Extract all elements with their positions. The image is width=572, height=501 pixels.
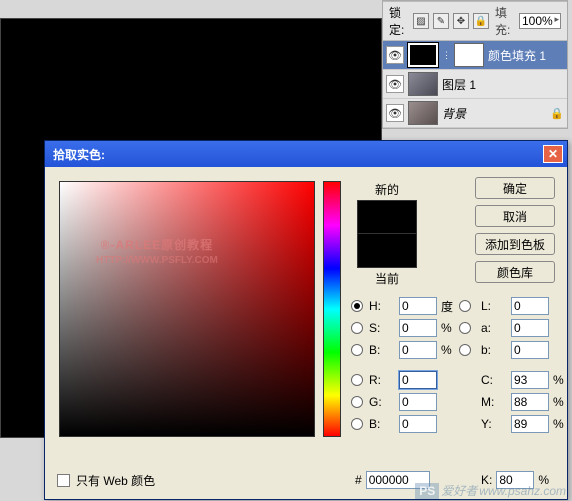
radio-l[interactable] <box>459 300 471 312</box>
close-button[interactable]: ✕ <box>543 145 563 163</box>
ok-button[interactable]: 确定 <box>475 177 555 199</box>
label-g: G: <box>369 395 397 409</box>
visibility-toggle[interactable]: 👁 <box>386 104 404 122</box>
label-b: b: <box>481 343 509 357</box>
input-y[interactable] <box>511 415 549 433</box>
layers-lock-row: 锁定: ▨ ✎ ✥ 🔒 填充: 100% <box>383 1 567 41</box>
site-watermark: PS 爱好者 www.psahz.com <box>415 482 566 499</box>
label-y: Y: <box>481 417 509 431</box>
watermark: ®-ARLEE原创教程 HTTP://WWW.PSFLY.COM <box>96 238 218 267</box>
radio-bc[interactable] <box>351 418 363 430</box>
hex-label: # <box>355 473 362 487</box>
color-values-grid: H: 度 L: S:% a: B:% b: R: C:% G: M:% B: Y:… <box>351 297 569 433</box>
input-r[interactable] <box>399 371 437 389</box>
site-watermark-url: www.psahz.com <box>479 484 566 498</box>
radio-b[interactable] <box>459 344 471 356</box>
site-watermark-text: 爱好者 <box>441 482 477 499</box>
dialog-body: ®-ARLEE原创教程 HTTP://WWW.PSFLY.COM 新的 当前 确… <box>45 167 567 499</box>
radio-s[interactable] <box>351 322 363 334</box>
fill-value-input[interactable]: 100% <box>519 13 561 29</box>
unit-m: % <box>553 395 569 409</box>
label-c: C: <box>481 373 509 387</box>
unit-c: % <box>553 373 569 387</box>
radio-bv[interactable] <box>351 344 363 356</box>
label-bc: B: <box>369 417 397 431</box>
visibility-toggle[interactable]: 👁 <box>386 75 404 93</box>
label-l: L: <box>481 299 509 313</box>
web-only-row: 只有 Web 颜色 <box>57 472 155 489</box>
dialog-buttons: 确定 取消 添加到色板 颜色库 <box>475 177 555 283</box>
lock-move-icon[interactable]: ✥ <box>453 13 469 29</box>
input-a[interactable] <box>511 319 549 337</box>
add-swatch-button[interactable]: 添加到色板 <box>475 233 555 255</box>
label-a: a: <box>481 321 509 335</box>
color-picker-dialog: 拾取实色: ✕ ®-ARLEE原创教程 HTTP://WWW.PSFLY.COM… <box>44 140 568 500</box>
dialog-titlebar[interactable]: 拾取实色: ✕ <box>45 141 567 167</box>
layer-row-color-fill[interactable]: 👁 ⋮ 颜色填充 1 <box>383 41 567 70</box>
radio-h[interactable] <box>351 300 363 312</box>
layer-thumbnail[interactable] <box>408 101 438 125</box>
web-only-checkbox[interactable] <box>57 474 70 487</box>
lock-transparent-icon[interactable]: ▨ <box>413 13 429 29</box>
unit-bv: % <box>441 343 457 357</box>
radio-a[interactable] <box>459 322 471 334</box>
unit-h: 度 <box>441 298 457 315</box>
layer-thumbnail[interactable] <box>408 43 438 67</box>
input-h[interactable] <box>399 297 437 315</box>
lock-brush-icon[interactable]: ✎ <box>433 13 449 29</box>
unit-s: % <box>441 321 457 335</box>
label-bv: B: <box>369 343 397 357</box>
layer-thumbnail[interactable] <box>408 72 438 96</box>
current-label: 当前 <box>357 270 417 287</box>
web-only-label: 只有 Web 颜色 <box>76 472 155 489</box>
color-field[interactable]: ®-ARLEE原创教程 HTTP://WWW.PSFLY.COM <box>59 181 315 437</box>
new-color-swatch <box>357 200 417 234</box>
lock-icons: ▨ ✎ ✥ 🔒 <box>413 13 489 29</box>
unit-y: % <box>553 417 569 431</box>
layer-row-layer1[interactable]: 👁 图层 1 <box>383 70 567 99</box>
label-s: S: <box>369 321 397 335</box>
lock-label: 锁定: <box>389 4 407 38</box>
input-c[interactable] <box>511 371 549 389</box>
layers-panel: 锁定: ▨ ✎ ✥ 🔒 填充: 100% 👁 ⋮ 颜色填充 1 👁 图层 1 👁… <box>382 0 568 129</box>
input-m[interactable] <box>511 393 549 411</box>
layer-name[interactable]: 颜色填充 1 <box>488 47 564 64</box>
lock-all-icon[interactable]: 🔒 <box>473 13 489 29</box>
radio-g[interactable] <box>351 396 363 408</box>
current-color-swatch <box>357 234 417 268</box>
cancel-button[interactable]: 取消 <box>475 205 555 227</box>
layer-name[interactable]: 背景 <box>442 105 546 122</box>
label-r: R: <box>369 373 397 387</box>
hue-slider[interactable] <box>323 181 341 437</box>
input-bv[interactable] <box>399 341 437 359</box>
site-watermark-ps: PS <box>415 483 439 499</box>
input-bc[interactable] <box>399 415 437 433</box>
radio-r[interactable] <box>351 374 363 386</box>
fill-label: 填充: <box>495 4 513 38</box>
new-label: 新的 <box>357 181 417 198</box>
color-libraries-button[interactable]: 颜色库 <box>475 261 555 283</box>
watermark-line2: HTTP://WWW.PSFLY.COM <box>96 254 218 267</box>
link-icon: ⋮ <box>442 50 450 61</box>
watermark-line1: ®-ARLEE原创教程 <box>96 238 218 254</box>
input-l[interactable] <box>511 297 549 315</box>
layer-row-background[interactable]: 👁 背景 🔒 <box>383 99 567 128</box>
label-h: H: <box>369 299 397 313</box>
label-m: M: <box>481 395 509 409</box>
input-b[interactable] <box>511 341 549 359</box>
lock-icon: 🔒 <box>550 107 564 120</box>
layer-mask-thumbnail[interactable] <box>454 43 484 67</box>
layer-name[interactable]: 图层 1 <box>442 76 564 93</box>
input-s[interactable] <box>399 319 437 337</box>
visibility-toggle[interactable]: 👁 <box>386 46 404 64</box>
input-g[interactable] <box>399 393 437 411</box>
dialog-title: 拾取实色: <box>53 146 105 163</box>
